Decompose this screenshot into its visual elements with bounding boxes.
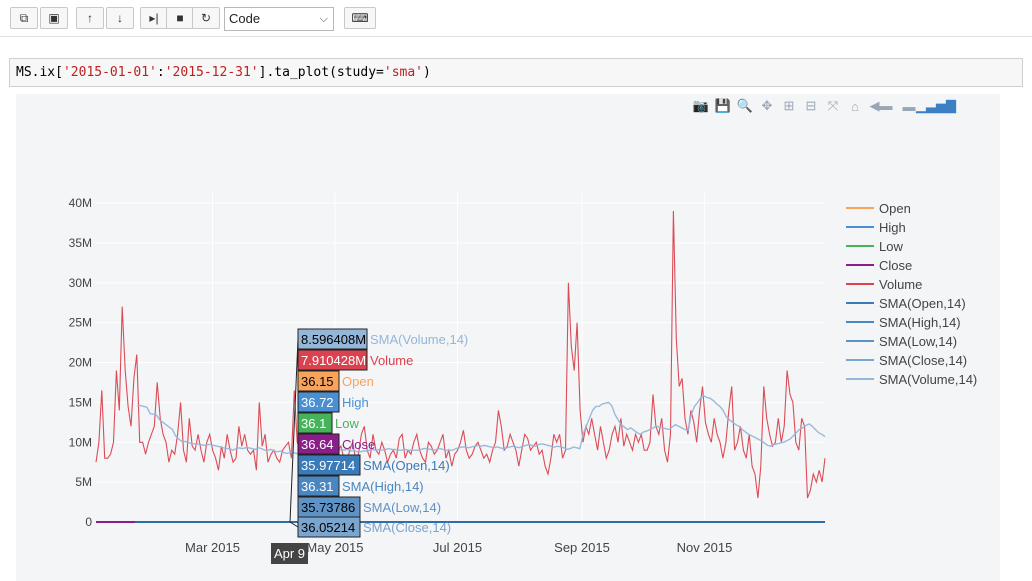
- hover-series-name: Volume: [370, 353, 413, 368]
- hover-series-name: Close: [342, 437, 375, 452]
- hover-value: 36.05214: [301, 520, 355, 535]
- hover-value: 8.596408M: [301, 332, 366, 347]
- hover-series-name: SMA(Open,14): [363, 458, 450, 473]
- y-tick-label: 0: [85, 515, 92, 529]
- y-tick-label: 25M: [69, 316, 92, 330]
- legend-label: High: [879, 220, 906, 235]
- series-line-sma-volume-14-: [137, 395, 826, 455]
- y-tick-label: 20M: [69, 356, 92, 370]
- hover-series-name: Open: [342, 374, 374, 389]
- series-line-volume: [95, 210, 826, 499]
- hover-date: Apr 9: [274, 546, 305, 561]
- legend-label: SMA(Low,14): [879, 334, 957, 349]
- x-tick-label: Nov 2015: [677, 540, 733, 555]
- chart-svg[interactable]: 40M 35M 30M 25M 20M 15M 10M 5M 0 Mar 2015 May 2015…: [0, 0, 1032, 581]
- legend-label: SMA(High,14): [879, 315, 961, 330]
- hover-series-name: SMA(Volume,14): [370, 332, 468, 347]
- hover-series-name: SMA(High,14): [342, 479, 424, 494]
- hover-value: 7.910428M: [301, 353, 366, 368]
- legend-label: Volume: [879, 277, 922, 292]
- hover-series-name: SMA(Low,14): [363, 500, 441, 515]
- hover-value: 36.1: [301, 416, 326, 431]
- hover-value: 35.97714: [301, 458, 355, 473]
- legend-label: Low: [879, 239, 903, 254]
- x-tick-label: Mar 2015: [185, 540, 240, 555]
- legend-label: Open: [879, 201, 911, 216]
- y-tick-label: 10M: [69, 435, 92, 449]
- x-tick-label: Sep 2015: [554, 540, 610, 555]
- hover-series-name: High: [342, 395, 369, 410]
- y-tick-label: 40M: [69, 196, 92, 210]
- hover-value: 35.73786: [301, 500, 355, 515]
- hover-series-name: SMA(Close,14): [363, 520, 451, 535]
- legend-label: SMA(Open,14): [879, 296, 966, 311]
- legend-label: SMA(Close,14): [879, 353, 967, 368]
- hover-value: 36.72: [301, 395, 334, 410]
- hover-series-name: Low: [335, 416, 359, 431]
- hover-value: 36.31: [301, 479, 334, 494]
- y-tick-label: 30M: [69, 276, 92, 290]
- y-tick-label: 35M: [69, 236, 92, 250]
- y-tick-label: 5M: [75, 475, 92, 489]
- x-tick-label: May 2015: [306, 540, 363, 555]
- legend-label: Close: [879, 258, 912, 273]
- y-tick-label: 15M: [69, 395, 92, 409]
- x-tick-label: Jul 2015: [433, 540, 482, 555]
- legend-label: SMA(Volume,14): [879, 372, 977, 387]
- hover-value: 36.64: [301, 437, 334, 452]
- hover-value: 36.15: [301, 374, 334, 389]
